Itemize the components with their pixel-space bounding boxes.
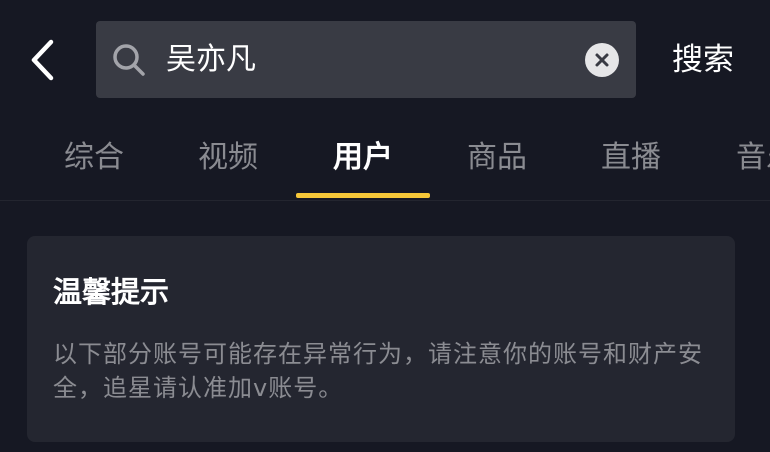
tab-live[interactable]: 直播 (564, 120, 698, 198)
active-tab-indicator (296, 193, 430, 198)
tab-all[interactable]: 综合 (27, 120, 161, 198)
search-icon (113, 44, 145, 76)
close-icon (595, 53, 609, 67)
clear-search-button[interactable] (585, 43, 619, 77)
notice-title: 温馨提示 (53, 275, 170, 309)
tab-users[interactable]: 用户 (296, 120, 430, 198)
tab-products[interactable]: 商品 (430, 120, 564, 198)
chevron-left-icon (31, 39, 54, 81)
tab-videos[interactable]: 视频 (161, 120, 295, 198)
notice-body: 以下部分账号可能存在异常行为，请注意你的账号和财产安全，追星请认准加v账号。 (53, 340, 703, 402)
search-box[interactable] (96, 21, 636, 98)
search-button[interactable]: 搜索 (660, 36, 746, 84)
top-bar: 搜索 (0, 0, 770, 120)
tab-bar: 综合 视频 用户 商品 直播 音乐 (0, 120, 770, 201)
tab-music[interactable]: 音乐 (699, 120, 770, 198)
notice-card: 温馨提示 以下部分账号可能存在异常行为，请注意你的账号和财产安全，追星请认准加v… (27, 236, 735, 442)
search-input[interactable] (166, 21, 566, 98)
back-button[interactable] (18, 36, 66, 84)
